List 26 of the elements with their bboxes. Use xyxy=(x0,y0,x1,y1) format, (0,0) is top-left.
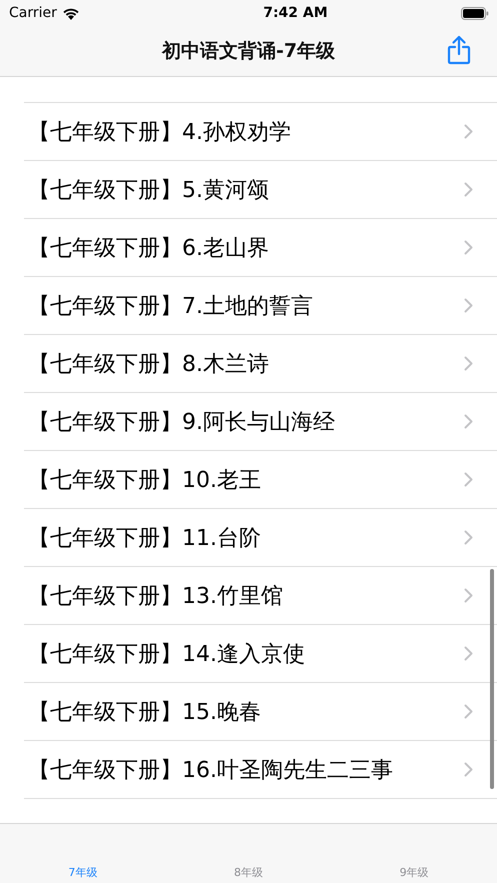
chevron-icon xyxy=(464,646,473,661)
list-item[interactable]: 【七年级下册】4.孙权劝学 xyxy=(24,103,497,161)
list-item[interactable]: 【七年级下册】5.黄河颂 xyxy=(24,161,497,219)
list-item[interactable]: 【七年级下册】9.阿长与山海经 xyxy=(24,393,497,451)
chevron-icon xyxy=(464,240,473,255)
chevron-icon xyxy=(464,704,473,719)
chevron-icon xyxy=(464,124,473,139)
chevron-icon xyxy=(464,588,473,603)
list-item[interactable]: 【七年级下册】8.木兰诗 xyxy=(24,335,497,393)
chevron-icon xyxy=(464,356,473,371)
chevron-icon xyxy=(464,762,473,777)
nav-title: 初中语文背诵-7年级 xyxy=(162,39,336,64)
chevron-icon xyxy=(464,182,473,197)
chevron-icon xyxy=(464,298,473,313)
list-item[interactable]: 【七年级下册】10.老王 xyxy=(24,451,497,509)
chevron-icon xyxy=(464,472,473,487)
list-item[interactable]: 【七年级下册】7.土地的誓言 xyxy=(24,277,497,335)
share-icon[interactable] xyxy=(447,35,471,65)
list-item[interactable]: 【七年级下册】6.老山界 xyxy=(24,219,497,277)
battery-icon xyxy=(460,6,489,20)
wifi-icon xyxy=(62,6,80,20)
clock-time: 7:42 AM xyxy=(263,5,328,21)
list-item[interactable]: 【七年级下册】11.台阶 xyxy=(24,509,497,567)
chevron-icon xyxy=(464,530,473,545)
chevron-icon xyxy=(464,414,473,429)
carrier-text: Carrier xyxy=(9,5,57,21)
